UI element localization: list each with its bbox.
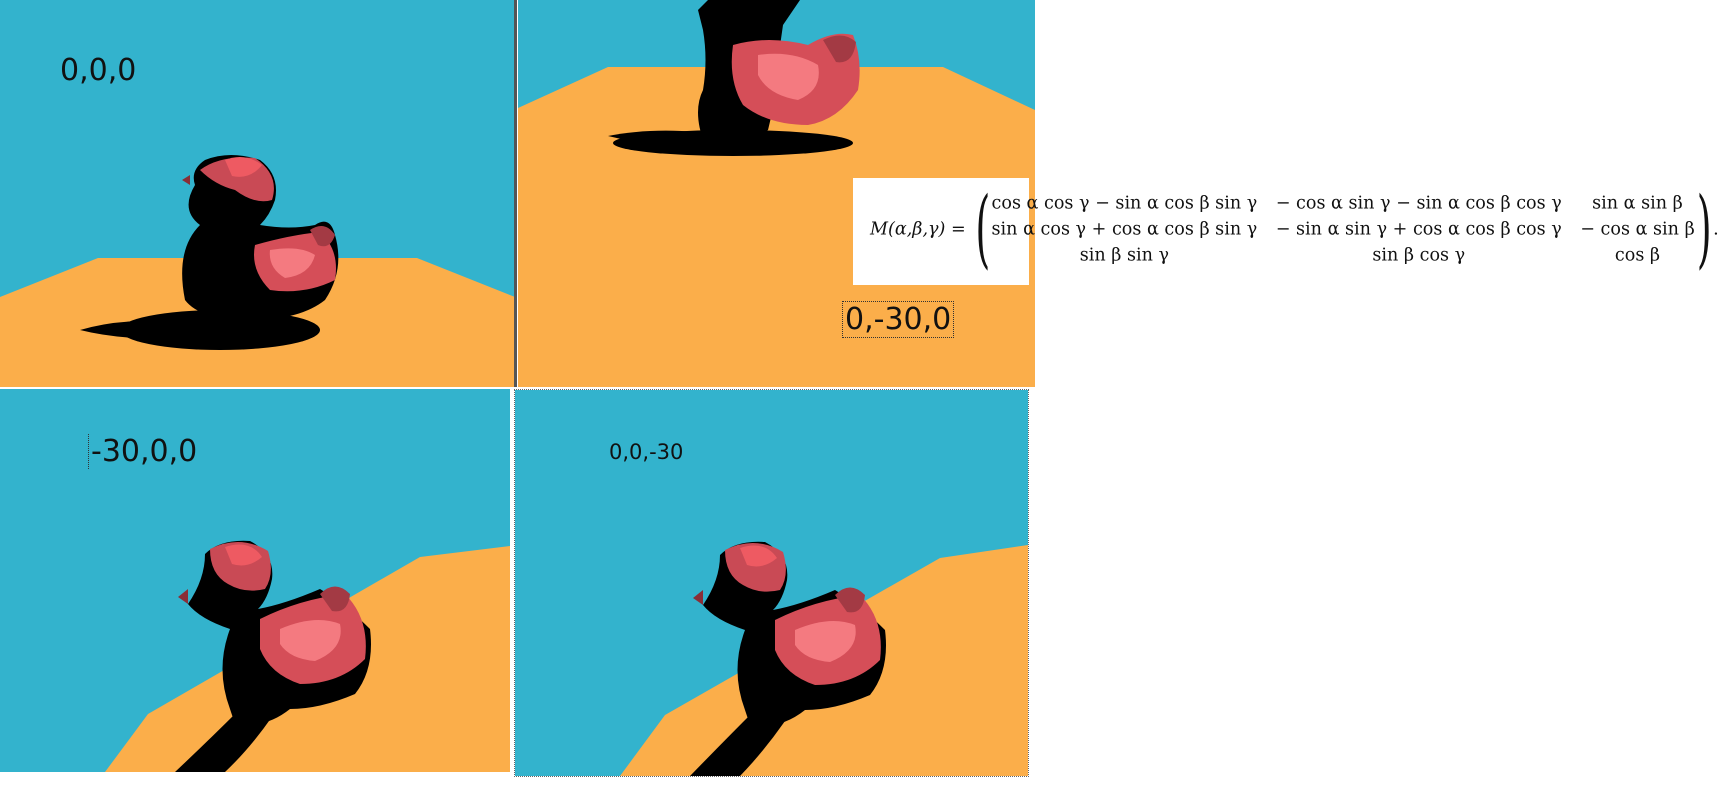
matrix-cell: sin α sin β [1592,192,1683,214]
matrix-cell: sin β cos γ [1372,244,1466,266]
rotation-matrix-formula: M(α,β,γ) = ( cos α cos γ − sin α cos β s… [870,179,1719,279]
matrix-cell: − cos α sin γ − sin α cos β cos γ [1275,192,1562,214]
panel-label: -30,0,0 [88,434,197,469]
render-panel-0-0-0: 0,0,0 [0,0,515,387]
formula-lhs: M(α,β,γ) = [870,218,966,240]
formula-trailing-dot: . [1713,218,1719,240]
matrix-cell: − cos α sin β [1580,218,1695,240]
panel-label: 0,-30,0 [841,301,955,338]
render-panel-0-0-neg30: 0,0,-30 [514,389,1029,777]
left-paren: ( [974,179,990,279]
panel-label: 0,0,0 [60,53,137,88]
matrix-cell: sin α cos γ + cos α cos β sin γ [991,218,1258,240]
render-panel-neg30-0-0: -30,0,0 [0,389,510,772]
matrix-cell: cos β [1614,244,1661,266]
matrix-cell: − sin α sin γ + cos α cos β cos γ [1275,218,1562,240]
matrix-cell: sin β sin γ [1079,244,1170,266]
panel-label: 0,0,-30 [609,440,684,464]
matrix-grid: cos α cos γ − sin α cos β sin γ − cos α … [992,191,1695,267]
panel-divider [514,0,517,387]
right-paren: ) [1696,179,1712,279]
matrix-cell: cos α cos γ − sin α cos β sin γ [991,192,1258,214]
